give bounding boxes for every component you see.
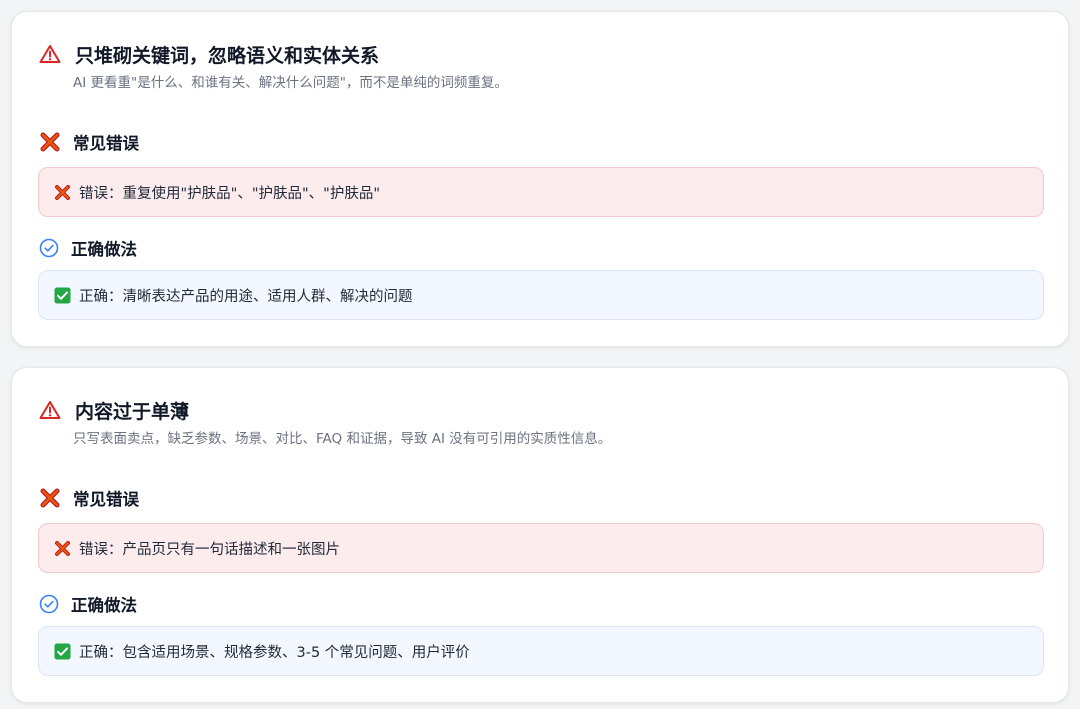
check-circle-icon: [39, 594, 59, 614]
wrong-example-box: 错误：产品页只有一句话描述和一张图片: [38, 523, 1044, 573]
wrong-section-heading: 常见错误: [39, 130, 139, 154]
right-section-heading: 正确做法: [39, 236, 137, 260]
card-header: 内容过于单薄: [39, 398, 190, 423]
right-example-text: 正确：清晰表达产品的用途、适用人群、解决的问题: [79, 288, 413, 305]
wrong-heading-label: 常见错误: [73, 490, 139, 509]
card-description: 只写表面卖点，缺乏参数、场景、对比、FAQ 和证据，导致 AI 没有可引用的实质…: [73, 431, 612, 447]
right-heading-label: 正确做法: [71, 240, 137, 259]
wrong-example-box: 错误：重复使用"护肤品"、"护肤品"、"护肤品": [38, 167, 1044, 217]
right-section-heading: 正确做法: [39, 592, 137, 616]
card-title: 内容过于单薄: [75, 400, 190, 423]
wrong-example-text: 错误：重复使用"护肤品"、"护肤品"、"护肤品": [79, 185, 381, 202]
card-description: AI 更看重"是什么、和谁有关、解决什么问题"，而不是单纯的词频重复。: [73, 75, 508, 91]
issue-card-2: 内容过于单薄 只写表面卖点，缺乏参数、场景、对比、FAQ 和证据，导致 AI 没…: [11, 367, 1069, 703]
warning-triangle-icon: [39, 401, 61, 419]
card-title: 只堆砌关键词，忽略语义和实体关系: [75, 44, 380, 67]
cross-mark-icon: [55, 540, 70, 556]
right-example-box: 正确：包含适用场景、规格参数、3-5 个常见问题、用户评价: [38, 626, 1044, 676]
check-box-icon: [54, 643, 71, 659]
cross-mark-icon: [55, 184, 70, 200]
wrong-example-text: 错误：产品页只有一句话描述和一张图片: [79, 541, 340, 558]
issue-card-1: 只堆砌关键词，忽略语义和实体关系 AI 更看重"是什么、和谁有关、解决什么问题"…: [11, 11, 1069, 347]
wrong-heading-label: 常见错误: [73, 134, 139, 153]
card-header: 只堆砌关键词，忽略语义和实体关系: [39, 42, 380, 67]
warning-triangle-icon: [39, 45, 61, 63]
cross-mark-icon: [40, 488, 60, 508]
cross-mark-icon: [40, 132, 60, 152]
right-example-box: 正确：清晰表达产品的用途、适用人群、解决的问题: [38, 270, 1044, 320]
wrong-section-heading: 常见错误: [39, 486, 139, 510]
check-box-icon: [54, 287, 71, 303]
check-circle-icon: [39, 238, 59, 258]
right-heading-label: 正确做法: [71, 596, 137, 615]
right-example-text: 正确：包含适用场景、规格参数、3-5 个常见问题、用户评价: [79, 644, 470, 661]
